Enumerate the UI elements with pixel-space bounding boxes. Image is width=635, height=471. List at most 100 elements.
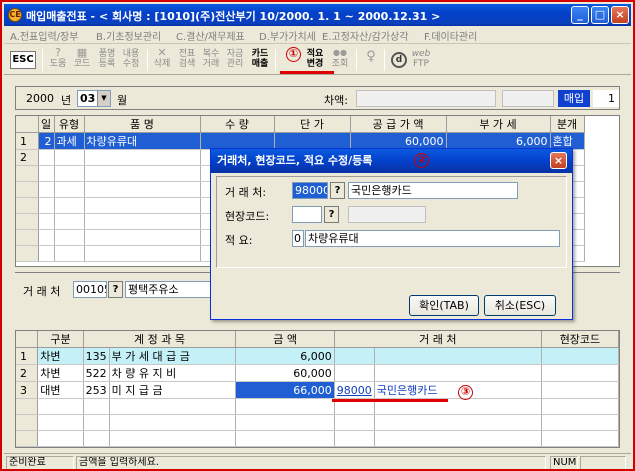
web-ftp-icon: web [411,49,431,59]
month-label: 월 [117,94,128,107]
annotation-marker-3: ③ [458,385,473,400]
web-ftp-button[interactable]: web FTP [410,47,432,73]
item-register-button[interactable]: 품명 등록 [96,47,118,73]
dialog-site-label: 현장코드: [225,210,270,223]
table-row [16,414,619,431]
journal-grid: 구분 계 정 과 목 금 액 거 래 처 현장코드 1 차변 135 부 가 세… [15,330,620,448]
dialog-close-button[interactable]: × [550,152,567,169]
dialog-partner-code-input[interactable]: 98000 [292,182,328,199]
maximize-button[interactable]: □ [591,6,609,24]
dialog-site-lookup-button[interactable]: ? [324,206,339,223]
bulb-icon: ♀ [366,49,376,64]
table-row [16,430,619,447]
menu-item-fixed-assets[interactable]: E.고정자산/감가상각 [322,28,408,43]
table-row[interactable]: 3 대변 253 미 지 급 금 66,000 98000 국민은행카드 [16,381,619,399]
highlight-underline [280,71,334,74]
partner-code-input[interactable]: 00105 [73,281,107,298]
help-icon: ? [55,46,61,59]
type-value[interactable]: 1 [593,90,619,107]
row-number-header [16,331,39,348]
header-site: 현장코드 [541,331,619,348]
dialog-form: 거 래 처: 98000 ? 국민은행카드 현장코드: ? 적 요: 0 차량유… [216,176,567,268]
highlight-underline [332,399,448,402]
minimize-button[interactable]: _ [571,6,589,24]
status-bar: 준비완료 금액을 입력하세요. NUM [4,453,631,469]
content-edit-button[interactable]: 내용 수정 [120,47,142,73]
partner-name-input[interactable]: 평택주유소 [125,281,215,298]
table-row [16,398,619,415]
menu-item-closing[interactable]: C.결산/재무제표 [176,28,245,43]
dialog-memo-text-input[interactable]: 차량유류대 [305,230,560,247]
diff-field [356,90,496,107]
help-button[interactable]: ? 도움 [48,47,68,73]
month-select[interactable]: 03 ▼ [77,90,111,107]
inquiry-icon: ●● [333,48,347,57]
esc-button[interactable]: ESC [10,51,36,69]
menu-item-voucher[interactable]: A.전표입력/장부 [10,28,78,43]
header-amount: 금 액 [235,331,335,348]
title-bar: CE 매입매출전표 - < 회사명 : [1010](주)전산부기 10/200… [4,4,631,26]
voucher-search-button[interactable]: 전표 검색 [176,47,198,73]
menu-item-data-manage[interactable]: F.데이타관리 [424,28,477,43]
toolbar-separator [42,49,43,71]
partner-lookup-button[interactable]: ? [108,281,123,298]
delete-button[interactable]: ✕ 삭제 [152,47,172,73]
confirm-button[interactable]: 확인(TAB) [409,295,479,316]
header-supply: 공 급 가 액 [350,116,447,133]
delete-icon: ✕ [157,46,167,59]
year-value: 2000 [26,92,54,105]
close-button[interactable]: × [611,6,629,24]
inquiry-button[interactable]: ●● 조회 [329,47,351,73]
amount-cell-selected[interactable]: 66,000 [235,381,335,399]
card-sales-button[interactable]: 카드 매출 [249,47,271,73]
table-row[interactable]: 1 차변 135 부 가 세 대 급 금 6,000 [16,347,619,365]
dialog-memo-code-input[interactable]: 0 [292,230,304,247]
journal-table: 구분 계 정 과 목 금 액 거 래 처 현장코드 1 차변 135 부 가 세… [16,331,619,447]
multi-transaction-button[interactable]: 복수 거래 [200,47,222,73]
menu-item-basic-info[interactable]: B.기초정보관리 [96,28,161,43]
header-qty: 수 량 [200,116,275,133]
header-partner: 거 래 처 [334,331,542,348]
header-type: 유형 [54,116,85,133]
fund-manage-button[interactable]: 자금 관리 [224,47,246,73]
code-icon: ▦ [76,46,88,59]
bulb-button[interactable]: ♀ [362,47,380,73]
blank-field [502,90,554,107]
partner-label: 거 래 처 [23,285,61,298]
status-message: 금액을 입력하세요. [76,456,546,469]
main-window: CE 매입매출전표 - < 회사명 : [1010](주)전산부기 10/200… [0,0,635,471]
toolbar-separator [275,49,276,71]
status-num: NUM [550,456,578,469]
dialog-partner-label: 거 래 처: [225,186,267,199]
table-row[interactable]: 1 2 과세 차량유류대 60,000 6,000 혼합 [16,132,585,150]
status-extra [580,456,626,469]
diff-label: 차액: [324,94,348,107]
header-day: 일 [38,116,55,133]
dialog-partner-lookup-button[interactable]: ? [330,182,345,199]
annotation-marker-1: ① [286,47,301,62]
status-ready: 준비완료 [6,456,74,469]
table-row[interactable]: 2 차변 522 차 량 유 지 비 60,000 [16,364,619,382]
cancel-button[interactable]: 취소(ESC) [484,295,556,316]
dialog-site-name-field [348,206,426,223]
type-tag: 매입 [558,90,590,107]
app-icon[interactable]: CE [8,8,22,22]
chevron-down-icon[interactable]: ▼ [97,91,110,106]
dz-button[interactable]: d [390,47,408,73]
menu-item-vat[interactable]: D.부가가치세 [259,28,316,43]
year-label: 년 [61,94,72,107]
period-bar: 2000 년 03 ▼ 월 차액: 매입 1 [15,86,620,110]
memo-change-button[interactable]: 적요 변경 [303,47,327,73]
dialog-partner-name-input[interactable]: 국민은행카드 [348,182,518,199]
toolbar-separator [356,49,357,71]
edit-dialog: 거래처, 현장코드, 적요 수정/등록 ② × 거 래 처: 98000 ? 국… [210,148,573,320]
header-item: 품 명 [84,116,201,133]
toolbar-separator [384,49,385,71]
header-account: 계 정 과 목 [83,331,237,348]
code-button[interactable]: ▦ 코드 [72,47,92,73]
header-vat: 부 가 세 [446,116,551,133]
header-journal: 분개 [550,116,585,133]
header-price: 단 가 [274,116,351,133]
dialog-title: 거래처, 현장코드, 적요 수정/등록 [211,149,572,173]
dialog-site-code-input[interactable] [292,206,322,223]
